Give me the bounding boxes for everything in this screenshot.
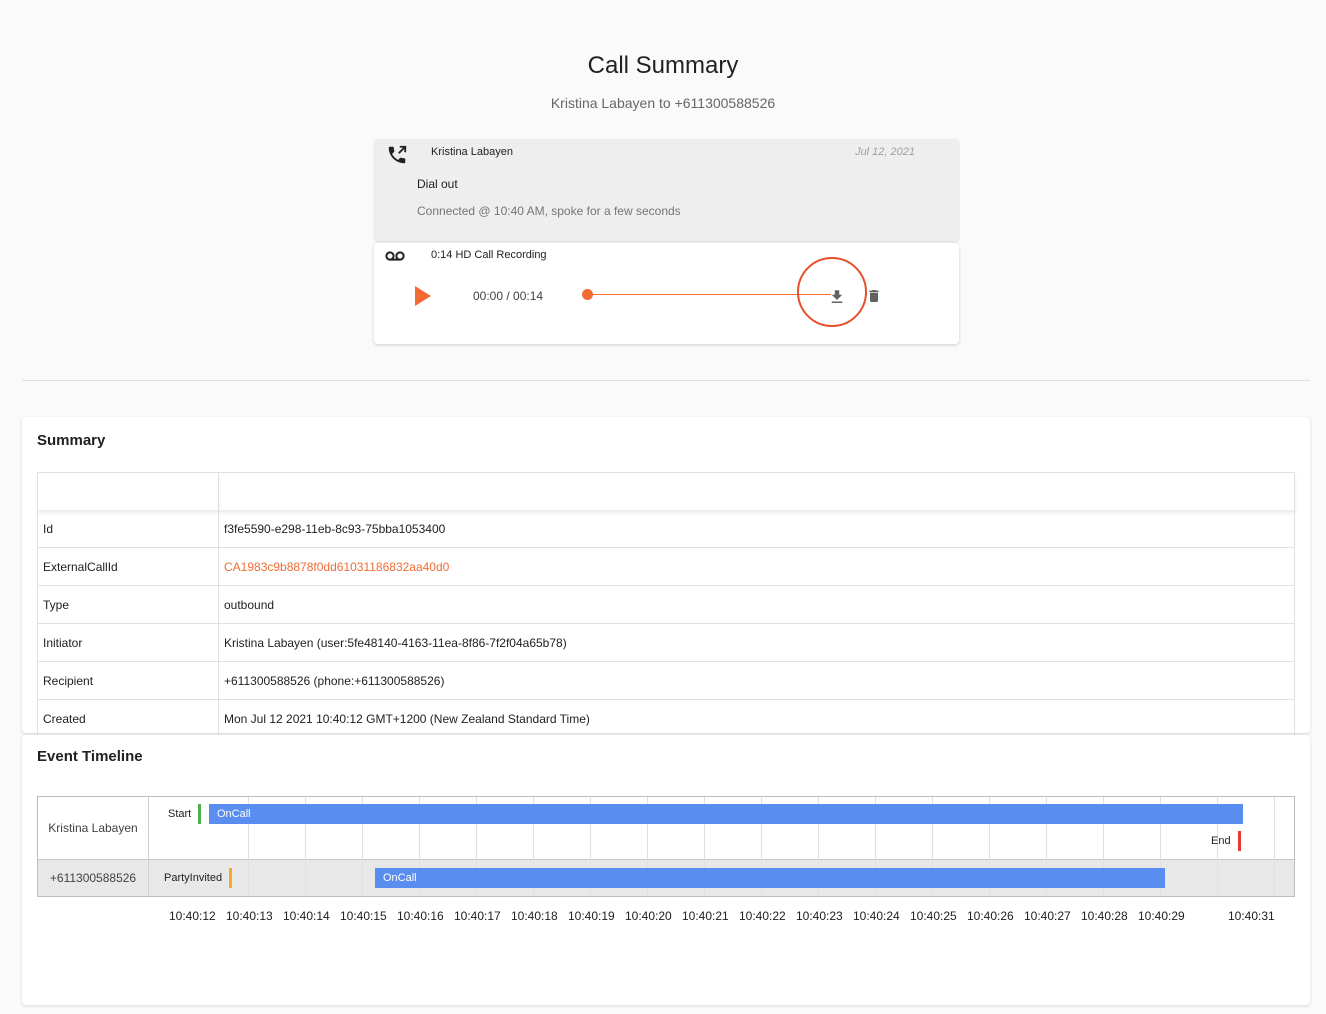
tick-label: 10:40:24 xyxy=(853,909,900,923)
table-row: Initiator Kristina Labayen (user:5fe48140… xyxy=(37,623,1295,662)
table-row: Created Mon Jul 12 2021 10:40:12 GMT+1200… xyxy=(37,699,1295,738)
tick-label: 10:40:26 xyxy=(967,909,1014,923)
tick-label: 10:40:13 xyxy=(226,909,273,923)
tick-label: 10:40:21 xyxy=(682,909,729,923)
seek-bar[interactable] xyxy=(586,294,831,295)
tick-label: 10:40:27 xyxy=(1024,909,1071,923)
timeline-row-label: Kristina Labayen xyxy=(48,821,138,835)
play-button[interactable] xyxy=(415,286,431,306)
tick-label: 10:40:14 xyxy=(283,909,330,923)
call-status: Connected @ 10:40 AM, spoke for a few se… xyxy=(417,204,681,218)
tick-label: 10:40:28 xyxy=(1081,909,1128,923)
end-label: End xyxy=(1211,835,1231,847)
caller-name: Kristina Labayen xyxy=(431,146,513,158)
external-call-id-link[interactable]: CA1983c9b8878f0dd61031186832aa40d0 xyxy=(224,560,449,574)
highlight-circle xyxy=(797,257,867,327)
phone-outgoing-icon xyxy=(388,145,407,164)
tick-label: 10:40:15 xyxy=(340,909,387,923)
table-row: ExternalCallId CA1983c9b8878f0dd610311868… xyxy=(37,547,1295,586)
table-header-row xyxy=(37,472,1295,510)
tick-label: 10:40:12 xyxy=(169,909,216,923)
timeline-title: Event Timeline xyxy=(37,748,143,765)
playback-time: 00:00 / 00:14 xyxy=(473,289,544,303)
gridline xyxy=(1274,797,1275,896)
tick-label: 10:40:23 xyxy=(796,909,843,923)
tick-label: 10:40:16 xyxy=(397,909,444,923)
summary-panel: Summary Id f3fe5590-e298-11eb-8c93-75bba1… xyxy=(22,417,1310,738)
start-marker xyxy=(198,804,201,824)
recording-card: 0:14 HD Call Recording 00:00 / 00:14 xyxy=(374,243,959,344)
summary-title: Summary xyxy=(37,432,106,449)
tick-label: 10:40:31 xyxy=(1228,909,1275,923)
tick-label: 10:40:22 xyxy=(739,909,786,923)
tick-label: 10:40:17 xyxy=(454,909,501,923)
timeline-chart: Kristina Labayen +611300588526 Start OnC… xyxy=(37,796,1295,897)
table-row: Id f3fe5590-e298-11eb-8c93-75bba1053400 xyxy=(37,510,1295,548)
tick-label: 10:40:25 xyxy=(910,909,957,923)
oncall-bar: OnCall xyxy=(209,804,1243,824)
seek-handle[interactable] xyxy=(582,289,593,300)
tick-label: 10:40:20 xyxy=(625,909,672,923)
call-type: Dial out xyxy=(417,177,458,191)
start-label: Start xyxy=(168,808,192,820)
end-marker xyxy=(1238,831,1241,851)
recording-label: 0:14 HD Call Recording xyxy=(431,249,547,261)
party-invited-marker xyxy=(229,868,232,888)
tick-label: 10:40:29 xyxy=(1138,909,1185,923)
oncall-bar: OnCall xyxy=(375,868,1165,888)
voicemail-icon xyxy=(385,251,405,261)
page-title: Call Summary xyxy=(587,52,739,79)
call-date: Jul 12, 2021 xyxy=(855,146,915,158)
tick-label: 10:40:18 xyxy=(511,909,558,923)
timeline-row-label: +611300588526 xyxy=(49,871,137,885)
tick-label: 10:40:19 xyxy=(568,909,615,923)
party-invited-label: PartyInvited xyxy=(164,872,223,884)
table-row: Recipient +611300588526 (phone:+611300588… xyxy=(37,661,1295,700)
summary-table: Id f3fe5590-e298-11eb-8c93-75bba1053400 E… xyxy=(37,472,1295,738)
section-divider xyxy=(22,380,1310,381)
table-row: Type outbound xyxy=(37,585,1295,624)
call-card: Kristina Labayen Jul 12, 2021 Dial out C… xyxy=(374,139,959,241)
page-subtitle: Kristina Labayen to +611300588526 xyxy=(550,95,776,111)
trash-icon[interactable] xyxy=(866,287,882,305)
timeline-panel: Event Timeline Kristina Labayen +6113005… xyxy=(22,735,1310,1005)
